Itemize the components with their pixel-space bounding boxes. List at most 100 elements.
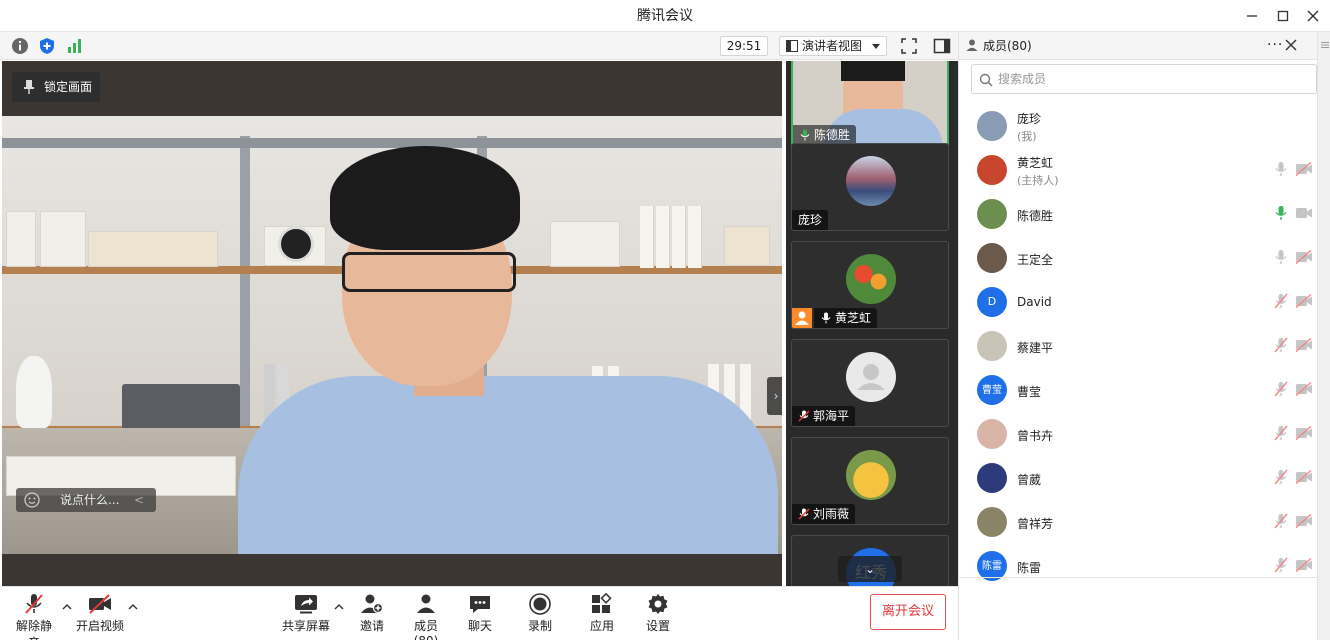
camera-off-icon[interactable] <box>1295 293 1313 309</box>
member-search-input[interactable] <box>998 69 1308 89</box>
avatar <box>846 352 896 402</box>
scroll-down-button[interactable]: ⌄ <box>838 556 902 582</box>
camera-off-icon[interactable] <box>1295 513 1313 529</box>
start-video-button[interactable]: 开启视频 <box>76 593 124 637</box>
collapse-chat-button[interactable]: < <box>134 488 144 512</box>
members-label: 成员(80) <box>413 619 439 640</box>
member-row[interactable]: 曾葳 <box>959 456 1317 500</box>
minimize-icon <box>1247 15 1257 17</box>
thumbnail-tile[interactable]: 庞珍 <box>791 143 949 231</box>
sidebar-toggle-icon <box>933 38 951 54</box>
security-button[interactable] <box>38 37 56 55</box>
mic-muted-icon[interactable] <box>1273 293 1289 309</box>
meeting-toolbar: 29:51 演讲者视图 <box>0 32 958 60</box>
camera-off-icon <box>89 594 111 614</box>
camera-icon[interactable] <box>1295 206 1313 220</box>
menu-icon[interactable] <box>1320 40 1330 50</box>
member-row[interactable]: 王定全 <box>959 236 1317 280</box>
share-screen-label: 共享屏幕 <box>282 619 331 633</box>
members-button[interactable]: 成员(80) <box>402 593 450 640</box>
member-row[interactable]: 陈德胜 <box>959 192 1317 236</box>
camera-off-icon[interactable] <box>1295 469 1313 485</box>
fullscreen-button[interactable] <box>900 37 918 55</box>
audio-options-chevron-icon[interactable] <box>62 603 72 611</box>
member-row[interactable]: 曾祥芳 <box>959 500 1317 544</box>
search-icon <box>979 73 993 87</box>
member-row[interactable]: 曾书卉 <box>959 412 1317 456</box>
thumbnail-tile[interactable]: 陈德胜 <box>791 61 949 147</box>
thumbnail-tile[interactable]: 郭海平 <box>791 339 949 427</box>
camera-off-icon[interactable] <box>1295 425 1313 441</box>
leave-meeting-button[interactable]: 离开会议 <box>870 594 946 630</box>
mic-muted-icon[interactable] <box>1273 513 1289 529</box>
mic-icon[interactable] <box>1273 249 1289 265</box>
lock-view-button[interactable]: 锁定画面 <box>12 72 100 102</box>
mic-muted-icon[interactable] <box>1273 469 1289 485</box>
thumbnail-label: 陈德胜 <box>793 125 857 145</box>
thumbnail-label: 庞珍 <box>792 210 829 230</box>
gear-icon <box>648 594 668 614</box>
invite-button[interactable]: 邀请 <box>358 593 386 637</box>
thumbnail-label: 郭海平 <box>792 406 856 426</box>
video-options-chevron-icon[interactable] <box>128 603 138 611</box>
camera-off-icon[interactable] <box>1295 557 1313 573</box>
thumbnail-tile[interactable]: 刘雨薇 <box>791 437 949 525</box>
share-options-chevron-icon[interactable] <box>334 603 344 611</box>
thumbnail-tile[interactable]: 黄芝虹 <box>791 241 949 329</box>
close-panel-button[interactable] <box>1285 39 1297 51</box>
member-role: (我) <box>1017 130 1037 143</box>
camera-off-icon[interactable] <box>1295 381 1313 397</box>
mic-muted-icon[interactable] <box>1273 337 1289 353</box>
shelf-top-rail <box>2 138 782 148</box>
member-row[interactable]: 庞珍 (我) <box>959 104 1317 148</box>
camera-off-icon[interactable] <box>1295 249 1313 265</box>
members-icon <box>417 594 435 613</box>
emoji-icon <box>24 492 40 508</box>
view-mode-select[interactable]: 演讲者视图 <box>779 36 887 56</box>
vase <box>16 356 52 428</box>
member-row[interactable]: 黄芝虹 (主持人) <box>959 148 1317 192</box>
chat-button[interactable]: 聊天 <box>466 593 494 637</box>
share-screen-button[interactable]: 共享屏幕 <box>282 593 330 637</box>
maximize-button[interactable] <box>1273 6 1293 26</box>
camera-off-icon[interactable] <box>1295 161 1313 177</box>
avatar-text: D <box>987 295 997 308</box>
mic-muted-icon[interactable] <box>1273 557 1289 573</box>
mic-icon[interactable] <box>1273 205 1289 221</box>
member-list[interactable]: 庞珍 (我) 黄芝虹 (主持人) 陈德胜王定全 D David 蔡建平 曹莹 曹莹 曾书卉 曾葳 曾祥芳… <box>959 104 1317 604</box>
toggle-sidebar-button[interactable] <box>933 37 951 55</box>
member-row[interactable]: D David <box>959 280 1317 324</box>
close-window-button[interactable] <box>1303 6 1323 26</box>
minimize-button[interactable] <box>1242 6 1262 26</box>
member-row[interactable]: 蔡建平 <box>959 324 1317 368</box>
share-screen-icon <box>295 595 317 614</box>
network-status-button[interactable] <box>66 37 84 55</box>
quick-chat-box[interactable]: 说点什么... < <box>16 488 156 512</box>
expand-thumbnails-button[interactable]: › <box>767 377 782 415</box>
main-video-stage[interactable]: 锁定画面 说点什么... < › <box>2 61 782 586</box>
more-options-button[interactable]: ··· <box>1267 32 1283 58</box>
member-name: 黄芝虹 <box>1017 156 1054 170</box>
participant-thumbnails[interactable]: 陈德胜 庞珍 黄芝虹 郭海平 刘雨薇 红秀 ⌄ <box>786 61 958 586</box>
settings-button[interactable]: 设置 <box>644 593 672 637</box>
record-button[interactable]: 录制 <box>526 593 554 637</box>
mic-muted-icon[interactable] <box>1273 425 1289 441</box>
mic-icon[interactable] <box>1273 161 1289 177</box>
member-row[interactable]: 曹莹 曹莹 <box>959 368 1317 412</box>
member-name: David <box>1017 295 1052 309</box>
meeting-info-button[interactable] <box>11 37 29 55</box>
member-name: 王定全 <box>1017 253 1054 267</box>
member-row[interactable]: 陈雷 陈雷 <box>959 544 1317 588</box>
avatar <box>977 419 1007 449</box>
thumbnail-name: 陈德胜 <box>814 128 851 142</box>
member-search[interactable] <box>971 64 1317 94</box>
apps-button[interactable]: 应用 <box>588 592 616 637</box>
thumbnail-name: 刘雨薇 <box>813 507 850 521</box>
chevron-down-icon <box>872 44 880 49</box>
mic-muted-icon[interactable] <box>1273 381 1289 397</box>
mic-muted-icon <box>798 410 810 422</box>
avatar <box>977 463 1007 493</box>
avatar <box>846 254 896 304</box>
camera-off-icon[interactable] <box>1295 337 1313 353</box>
unmute-button[interactable]: 解除静音 <box>12 593 56 640</box>
